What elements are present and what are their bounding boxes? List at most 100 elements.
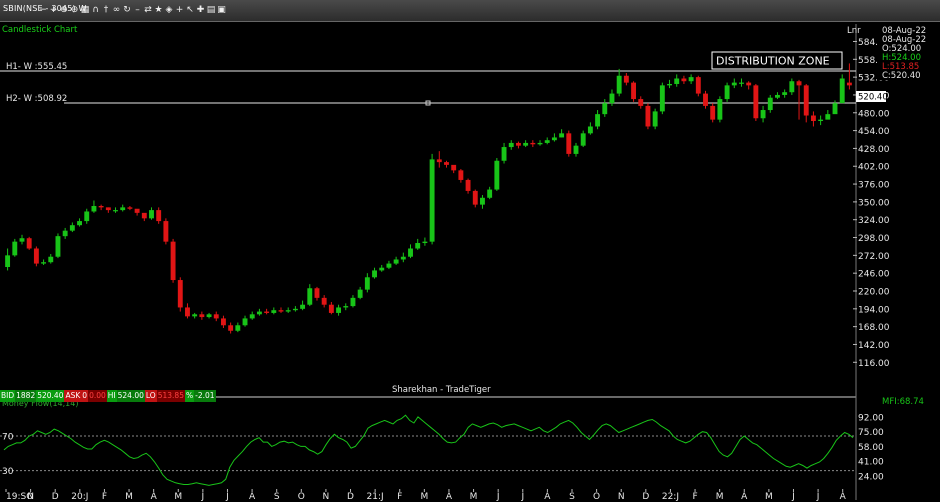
candle-body <box>249 314 255 319</box>
candle-body <box>444 162 449 165</box>
distribution-zone-label: DISTRIBUTION ZONE <box>716 55 830 68</box>
candle-body <box>19 238 25 242</box>
candle-body <box>846 82 852 86</box>
price-tick-label: 350.00 <box>858 198 890 208</box>
time-tick-label: F <box>692 492 697 502</box>
candle-body <box>134 208 140 213</box>
time-tick-label: 21:J <box>367 492 384 502</box>
time-tick-label: J <box>816 492 820 502</box>
scale-type-label[interactable]: Lnr <box>847 26 861 36</box>
time-tick-label: D <box>52 492 59 502</box>
time-tick-label: M <box>125 492 133 502</box>
candle-body <box>609 93 615 104</box>
time-tick-label: A <box>446 492 453 502</box>
candle-body <box>429 159 435 242</box>
zoom-in-icon[interactable]: ⊕ <box>59 5 69 16</box>
candle-body <box>681 78 687 82</box>
candle-body <box>810 115 816 121</box>
lo-value: 513.85 <box>156 390 185 402</box>
candle-body <box>386 263 392 268</box>
watermark: Sharekhan - TradeTiger <box>392 385 491 395</box>
last-price-tag-text: 520.40 <box>858 93 888 103</box>
candle-body <box>638 99 644 106</box>
candle-body <box>688 77 694 82</box>
candle-body <box>379 267 385 271</box>
candle-body <box>314 288 320 298</box>
candle-body <box>436 159 442 163</box>
bid-price: 520.40 <box>36 390 65 402</box>
candle-body <box>753 85 759 119</box>
cursor-icon[interactable]: ↖ <box>185 5 195 16</box>
time-tick-label: A <box>741 492 748 502</box>
price-tick-label: 168.00 <box>858 323 890 333</box>
bid-label: BID <box>0 390 16 402</box>
chart-area[interactable]: 7030 584.00558.00532.00506.00480.00454.0… <box>0 22 940 502</box>
magnet-icon[interactable]: ∩ <box>91 5 101 16</box>
candle-body <box>832 103 838 115</box>
candle-body <box>487 189 493 198</box>
candle-body <box>494 160 500 190</box>
mfi-tick-label: 24.00 <box>858 472 884 482</box>
candle-body <box>372 270 377 278</box>
time-tick-label: 20:J <box>71 492 88 502</box>
toolbar: SBIN(NSE - 3045) W − + ⊕ ⊖ ▦ ∩ † ∞ ↻ – ⇄ ★ ◈ + ↖ ✚ ▤ ▣ <box>0 0 940 22</box>
print-icon[interactable]: ▤ <box>206 5 216 16</box>
candle-body <box>724 85 730 100</box>
link-icon[interactable]: ∞ <box>112 5 122 16</box>
quote-strip: BID 1882 520.40 ASK 0 0.00 HI 524.00 LO 513.85% -2… <box>0 390 216 402</box>
candle-body <box>415 243 421 249</box>
candle-body <box>760 110 766 119</box>
candle-body <box>278 310 284 312</box>
candle-body <box>508 142 514 148</box>
candle-body <box>228 325 234 331</box>
price-axis[interactable]: 584.00558.00532.00506.00480.00454.00428.… <box>853 38 890 482</box>
plus-icon[interactable]: + <box>49 5 59 16</box>
price-tick-label: 298.00 <box>858 234 890 244</box>
candle-body <box>825 114 831 120</box>
minus-icon[interactable]: − <box>38 5 48 16</box>
mfi-tick-label: 92.00 <box>858 413 884 423</box>
grid-icon[interactable]: ▦ <box>80 5 90 16</box>
candle-body <box>242 318 248 326</box>
candle-body <box>731 82 737 86</box>
time-tick-label: D <box>642 492 649 502</box>
price-tick-label: 142.00 <box>858 341 890 351</box>
candle-body <box>256 311 262 315</box>
tag-icon[interactable]: ◈ <box>164 5 174 16</box>
candle-body <box>551 137 557 141</box>
price-tick-label: 324.00 <box>858 216 890 226</box>
candle-body <box>580 133 586 146</box>
time-tick-label: N <box>27 492 34 502</box>
mfi-line <box>3 414 854 486</box>
h2-level-label: H2- W :508.92 <box>6 94 67 104</box>
time-tick-label: N <box>323 492 330 502</box>
candle-body <box>465 179 471 191</box>
time-tick-label: F <box>397 492 402 502</box>
candle-body <box>285 310 291 312</box>
time-tick-label: A <box>151 492 158 502</box>
candle-body <box>652 111 658 127</box>
zoom-out-icon[interactable]: ⊖ <box>70 5 80 16</box>
dash-icon[interactable]: – <box>133 5 143 16</box>
candle-body <box>62 230 68 237</box>
time-axis[interactable]: 19:SON D 20:J F M A M J J A S O N D 21:J F M A M J J A S O N D 22:… <box>5 489 847 502</box>
candle-body <box>408 248 413 257</box>
chart-title: Candlestick Chart <box>2 25 78 35</box>
candle-body <box>235 325 241 331</box>
crosshair-icon[interactable]: ✚ <box>196 5 206 16</box>
star-icon[interactable]: ★ <box>154 5 164 16</box>
candle-body <box>523 142 529 146</box>
plus-icon[interactable]: + <box>175 5 185 16</box>
candle-body <box>645 105 651 127</box>
sync-icon[interactable]: ⇄ <box>143 5 153 16</box>
pin-icon[interactable]: † <box>101 5 111 16</box>
candle-body <box>336 307 342 313</box>
candle-body <box>400 256 406 260</box>
candle-body <box>782 92 788 95</box>
calendar-icon[interactable]: ▣ <box>217 5 227 16</box>
price-tick-label: 220.00 <box>858 288 890 298</box>
candle-body <box>199 314 205 318</box>
candles <box>5 63 852 334</box>
candle-body <box>451 164 457 171</box>
refresh-icon[interactable]: ↻ <box>122 5 132 16</box>
